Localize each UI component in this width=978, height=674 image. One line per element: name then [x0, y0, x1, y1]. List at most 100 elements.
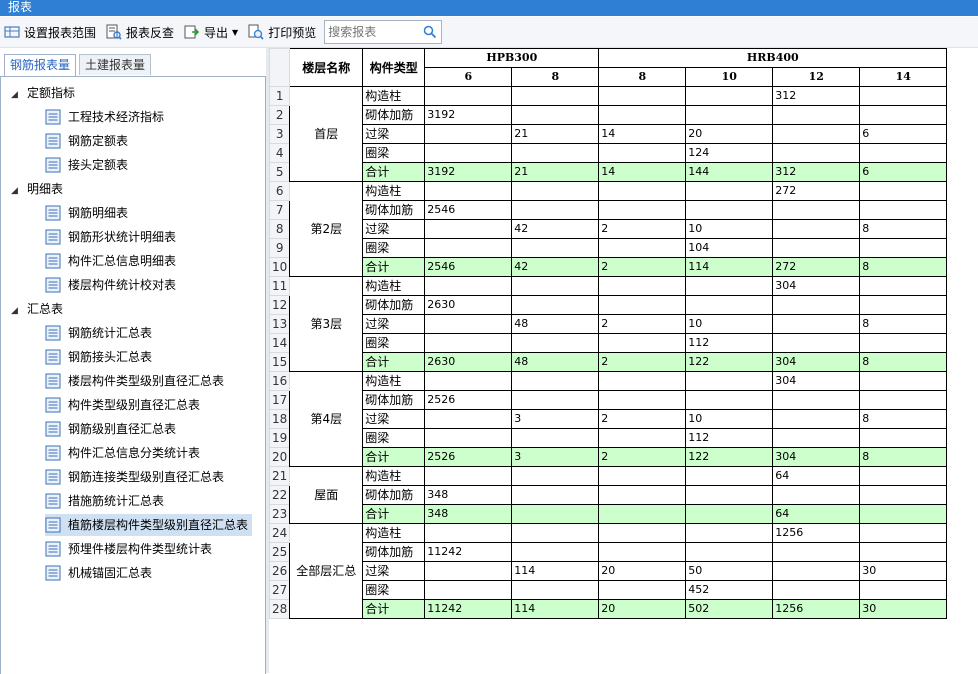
table-row[interactable]: 14 圈梁 112 [268, 333, 948, 353]
set-range-button[interactable]: 设置报表范围 [0, 20, 100, 44]
tree-item[interactable]: 机械锚固汇总表 [45, 562, 156, 584]
table-total-row[interactable]: 28 合计 11242 114 20 502 1256 30 [268, 599, 948, 619]
table-row[interactable]: 26 过梁 114 20 50 30 [268, 561, 948, 581]
table-row[interactable]: 27 圈梁 452 [268, 580, 948, 600]
table-row[interactable]: 19 圈梁 112 [268, 428, 948, 448]
row-number: 26 [268, 561, 291, 581]
tree-item[interactable]: 楼层构件统计校对表 [45, 274, 180, 296]
table-row[interactable]: 8 过梁 42 2 10 8 [268, 219, 948, 239]
table-row[interactable]: 9 圈梁 104 [268, 238, 948, 258]
tree-item[interactable]: 工程技术经济指标 [45, 106, 168, 128]
table-total-row[interactable]: 15 合计 2630 48 2 122 304 8 [268, 352, 948, 372]
print-preview-button[interactable]: 打印预览 [244, 20, 320, 44]
value-cell: 21 [511, 124, 600, 144]
table-total-row[interactable]: 20 合计 2526 3 2 122 304 8 [268, 447, 948, 467]
table-row[interactable]: 18 过梁 3 2 10 8 [268, 409, 948, 429]
floor-cell: 第3层 [289, 276, 364, 372]
tree-collapse-icon[interactable]: ◢ [11, 84, 21, 106]
table-row[interactable]: 4 圈梁 124 [268, 143, 948, 163]
table-row[interactable]: 7 砌体加筋 2546 [268, 200, 948, 220]
value-cell [424, 428, 513, 448]
tree-item[interactable]: 植筋楼层构件类型级别直径汇总表 [45, 514, 253, 536]
export-button[interactable]: 导出 ▼ [180, 20, 242, 44]
value-cell [685, 485, 774, 505]
table-row[interactable]: 25 砌体加筋 11242 [268, 542, 948, 562]
table-row[interactable]: 17 砌体加筋 2526 [268, 390, 948, 410]
tree-collapse-icon[interactable]: ◢ [11, 180, 21, 202]
value-cell: 2 [598, 257, 687, 277]
table-row[interactable]: 16 第4层 构造柱 304 [268, 371, 948, 467]
value-cell [685, 181, 774, 201]
tree-item[interactable]: 钢筋定额表 [45, 130, 132, 152]
tree-item-label: 楼层构件类型级别直径汇总表 [68, 374, 225, 388]
table-row[interactable]: 22 砌体加筋 348 [268, 485, 948, 505]
value-cell [598, 181, 687, 201]
value-cell: 8 [859, 219, 948, 239]
value-cell [598, 238, 687, 258]
value-cell: 8 [859, 257, 948, 277]
value-cell: 304 [772, 352, 861, 372]
value-cell [685, 276, 774, 296]
tree-item-label: 构件汇总信息明细表 [68, 254, 177, 268]
value-cell: 3192 [424, 105, 513, 125]
table-row[interactable]: 24 全部层汇总 构造柱 1256 [268, 523, 948, 619]
report-doc-icon [45, 253, 61, 269]
table-row[interactable]: 1 首层 构造柱 312 [268, 86, 948, 182]
table-row[interactable]: 13 过梁 48 2 10 8 [268, 314, 948, 334]
tree-collapse-icon[interactable]: ◢ [11, 300, 21, 322]
tree-item-label: 钢筋形状统计明细表 [68, 230, 177, 244]
tree-item[interactable]: 钢筋明细表 [45, 202, 132, 224]
tab-civil-report[interactable]: 土建报表量 [79, 54, 152, 75]
search-icon[interactable] [423, 25, 437, 39]
tree-group[interactable]: ◢ 明细表 [11, 178, 63, 200]
floor-cell: 第4层 [289, 371, 364, 467]
value-cell: 64 [772, 466, 861, 486]
tree-item[interactable]: 钢筋连接类型级别直径汇总表 [45, 466, 228, 488]
value-cell: 11242 [424, 599, 513, 619]
reverse-check-button[interactable]: 报表反查 [102, 20, 178, 44]
table-total-row[interactable]: 5 合计 3192 21 14 144 312 6 [268, 162, 948, 182]
tree-item[interactable]: 接头定额表 [45, 154, 132, 176]
value-cell [424, 181, 513, 201]
value-cell: 272 [772, 181, 861, 201]
tab-rebar-report[interactable]: 钢筋报表量 [4, 54, 77, 76]
tree-group[interactable]: ◢ 定额指标 [11, 82, 75, 104]
value-cell [598, 105, 687, 125]
tree-group[interactable]: ◢ 汇总表 [11, 298, 63, 320]
chevron-down-icon: ▼ [232, 27, 239, 37]
tree-item[interactable]: 措施筋统计汇总表 [45, 490, 168, 512]
search-box[interactable] [324, 20, 443, 44]
table-row[interactable]: 3 过梁 21 14 20 6 [268, 124, 948, 144]
search-input[interactable] [325, 23, 424, 41]
header-diameter: 14 [859, 67, 948, 87]
toolbar: 设置报表范围 报表反查 导出 ▼ 打印预览 [0, 17, 978, 48]
tree-item[interactable]: 钢筋形状统计明细表 [45, 226, 180, 248]
value-cell [511, 86, 600, 106]
table-row[interactable]: 21 屋面 构造柱 64 [268, 466, 948, 524]
table-row[interactable]: 6 第2层 构造柱 272 [268, 181, 948, 277]
value-cell: 20 [685, 124, 774, 144]
value-cell [859, 181, 948, 201]
tree-item[interactable]: 构件类型级别直径汇总表 [45, 394, 204, 416]
tree-item[interactable]: 构件汇总信息明细表 [45, 250, 180, 272]
tree-item[interactable]: 预埋件楼层构件类型统计表 [45, 538, 216, 560]
table-row[interactable]: 11 第3层 构造柱 304 [268, 276, 948, 372]
value-cell: 2 [598, 447, 687, 467]
table-total-row[interactable]: 23 合计 348 64 [268, 504, 948, 524]
table-row[interactable]: 2 砌体加筋 3192 [268, 105, 948, 125]
table-row[interactable]: 12 砌体加筋 2630 [268, 295, 948, 315]
tree-item[interactable]: 构件汇总信息分类统计表 [45, 442, 204, 464]
table-total-row[interactable]: 10 合计 2546 42 2 114 272 8 [268, 257, 948, 277]
tree-item[interactable]: 楼层构件类型级别直径汇总表 [45, 370, 228, 392]
value-cell [859, 390, 948, 410]
row-number: 28 [268, 599, 291, 619]
reverse-check-label: 报表反查 [126, 25, 175, 40]
value-cell: 2 [598, 409, 687, 429]
tree-item[interactable]: 钢筋统计汇总表 [45, 322, 156, 344]
value-cell [772, 542, 861, 562]
tree-item[interactable]: 钢筋接头汇总表 [45, 346, 156, 368]
tree-item[interactable]: 钢筋级别直径汇总表 [45, 418, 180, 440]
value-cell [859, 504, 948, 524]
value-cell [772, 428, 861, 448]
tree-group-label: 汇总表 [27, 302, 64, 316]
